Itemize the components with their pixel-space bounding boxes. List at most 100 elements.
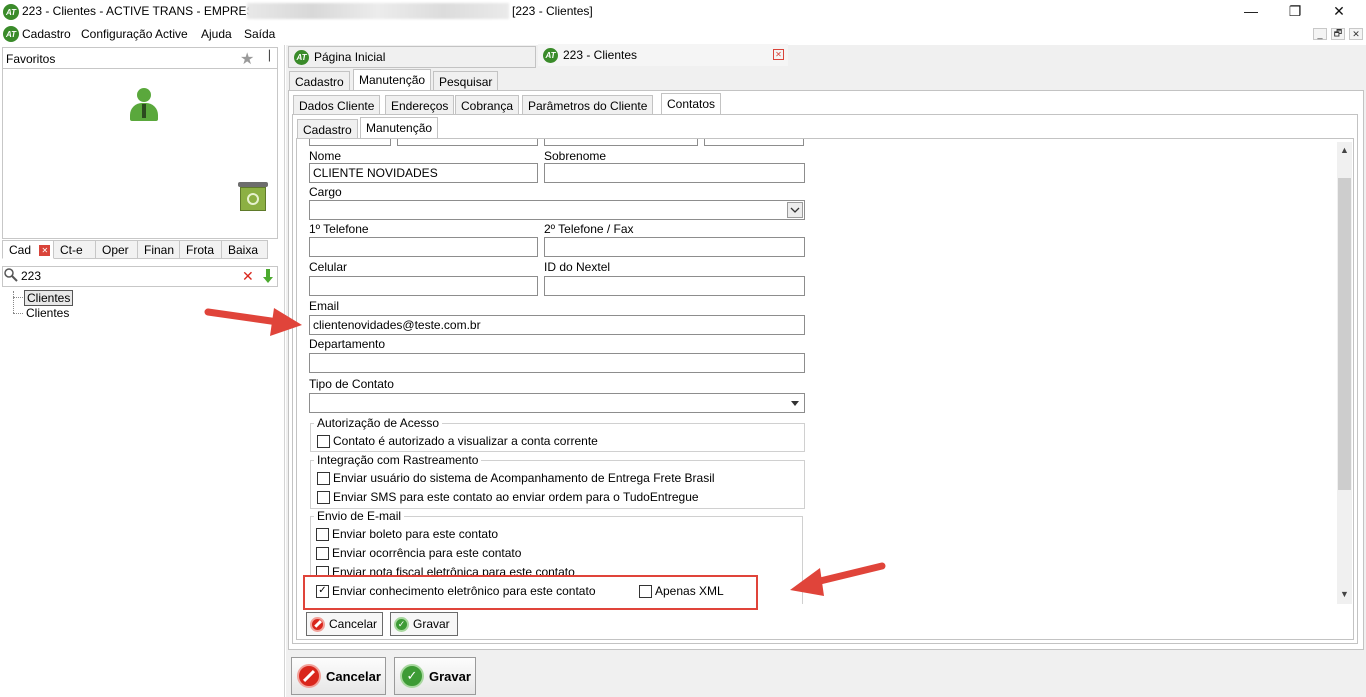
menu-saida[interactable]: Saída	[244, 27, 275, 41]
search-input[interactable]: 223	[21, 269, 41, 283]
doc-tab-label: 223 - Clientes	[563, 48, 638, 62]
recycle-bin-icon[interactable]	[238, 182, 268, 212]
cancel-button-label: Cancelar	[326, 668, 381, 684]
checkbox[interactable]	[317, 434, 330, 448]
departamento-label: Departamento	[309, 337, 386, 351]
go-down-icon[interactable]	[262, 268, 274, 284]
nextel-input[interactable]	[544, 276, 805, 296]
autorizacao-group-title: Autorização de Acesso	[314, 416, 443, 430]
envio-cte-checkbox-row[interactable]: ✓ Enviar conhecimento eletrônico para es…	[316, 584, 596, 598]
maximize-button[interactable]: ❐	[1280, 2, 1310, 20]
left-tab-oper[interactable]: Oper	[96, 240, 138, 259]
clear-search-icon[interactable]: ✕	[242, 268, 254, 285]
envio-email-group-title: Envio de E-mail	[314, 509, 405, 523]
mdi-restore-button[interactable]: 🗗	[1331, 28, 1345, 40]
cancel-button-label: Cancelar	[329, 617, 378, 631]
telefone2-input[interactable]	[544, 237, 805, 257]
doc-tab-clientes[interactable]: AT 223 - Clientes	[538, 44, 788, 66]
chevron-down-icon[interactable]	[787, 395, 803, 411]
star-icon[interactable]: ★	[240, 49, 254, 69]
tree-item-clientes-selected[interactable]: Clientes	[24, 290, 74, 306]
tab-cobranca[interactable]: Cobrança	[455, 95, 520, 115]
save-button-small[interactable]: ✓ Gravar	[390, 612, 458, 636]
left-tab-cad-label: Cad	[9, 243, 32, 257]
telefone1-input[interactable]	[309, 237, 538, 257]
left-tab-cad[interactable]: Cad ✕	[2, 240, 54, 259]
doc-tab-pagina-inicial[interactable]: AT Página Inicial	[288, 46, 536, 68]
annotation-arrow-email	[204, 308, 302, 336]
mdi-close-button[interactable]: ✕	[1349, 28, 1363, 40]
tree-line	[13, 313, 23, 314]
integracao-checkbox-row[interactable]: Enviar usuário do sistema de Acompanhame…	[317, 471, 715, 485]
close-window-button[interactable]: ✕	[1324, 2, 1354, 20]
left-tab-finan[interactable]: Finan	[138, 240, 180, 259]
nome-input[interactable]: CLIENTE NOVIDADES	[309, 163, 538, 183]
chevron-down-icon[interactable]	[787, 202, 803, 218]
scroll-up-icon[interactable]: ▲	[1340, 145, 1349, 155]
tab-cadastro[interactable]: Cadastro	[289, 71, 350, 91]
app-logo-icon: AT	[3, 4, 19, 20]
tipo-contato-select[interactable]	[309, 393, 805, 413]
apenas-xml-checkbox-row[interactable]: Apenas XML	[639, 584, 724, 598]
left-tab-frota-label: Frota	[186, 243, 215, 257]
menu-configuracao[interactable]: Configuração Active	[81, 27, 188, 41]
checkbox[interactable]	[317, 471, 330, 485]
envio-checkbox-row[interactable]: Enviar ocorrência para este contato	[316, 546, 521, 560]
tab-parametros-cliente[interactable]: Parâmetros do Cliente	[522, 95, 654, 115]
telefone1-label: 1º Telefone	[309, 222, 369, 236]
checkbox[interactable]	[317, 490, 330, 504]
envio-checkbox-row[interactable]: Enviar boleto para este contato	[316, 527, 498, 541]
tab-contato-cadastro[interactable]: Cadastro	[297, 119, 358, 139]
clipped-field	[544, 139, 698, 146]
menu-ajuda[interactable]: Ajuda	[201, 27, 232, 41]
clipped-field	[704, 139, 804, 146]
sobrenome-input[interactable]	[544, 163, 805, 183]
integracao-checkbox-row[interactable]: Enviar SMS para este contato ao enviar o…	[317, 490, 699, 504]
tab-pesquisar[interactable]: Pesquisar	[433, 71, 499, 91]
checkbox[interactable]	[316, 546, 329, 560]
tab-manutencao[interactable]: Manutenção	[353, 69, 432, 91]
search-box	[2, 266, 278, 287]
scroll-down-icon[interactable]: ▼	[1340, 589, 1349, 599]
celular-input[interactable]	[309, 276, 538, 296]
cargo-select[interactable]	[309, 200, 805, 220]
sobrenome-label: Sobrenome	[544, 149, 607, 163]
scrollbar-thumb[interactable]	[1338, 178, 1351, 490]
tab-contatos[interactable]: Contatos	[661, 93, 722, 115]
cancel-icon	[297, 664, 321, 688]
close-tab-icon[interactable]: ✕	[39, 245, 51, 257]
tab-dados-cliente[interactable]: Dados Cliente	[293, 95, 381, 115]
checkbox-checked[interactable]: ✓	[316, 584, 329, 598]
check-icon: ✓	[394, 616, 409, 632]
left-tab-cte[interactable]: Ct-e	[54, 240, 96, 259]
celular-label: Celular	[309, 260, 348, 274]
mdi-minimize-button[interactable]: _	[1313, 28, 1327, 40]
clipped-field	[397, 139, 538, 146]
menu-cadastro[interactable]: Cadastro	[22, 27, 71, 41]
tab-contato-manutencao[interactable]: Manutenção	[360, 117, 439, 139]
nextel-label: ID do Nextel	[544, 260, 611, 274]
integracao-group-title: Integração com Rastreamento	[314, 453, 482, 467]
tab-logo-icon: AT	[294, 49, 309, 65]
save-button[interactable]: ✓ Gravar	[394, 657, 476, 695]
search-icon	[4, 268, 18, 285]
left-tab-cte-label: Ct-e	[60, 243, 83, 257]
left-tab-baixa[interactable]: Baixa	[222, 240, 268, 259]
user-icon[interactable]	[128, 88, 160, 124]
checkbox-label: Enviar usuário do sistema de Acompanhame…	[333, 471, 715, 485]
blurred-company-name	[247, 3, 509, 19]
checkbox[interactable]	[639, 584, 652, 598]
departamento-input[interactable]	[309, 353, 805, 373]
checkbox[interactable]	[316, 527, 329, 541]
tree-line	[13, 297, 23, 298]
left-tab-frota[interactable]: Frota	[180, 240, 222, 259]
minimize-button[interactable]: —	[1236, 2, 1266, 20]
tab-enderecos[interactable]: Endereços	[385, 95, 455, 115]
email-input[interactable]: clientenovidades@teste.com.br	[309, 315, 805, 335]
autorizacao-checkbox-row[interactable]: Contato é autorizado a visualizar a cont…	[317, 434, 598, 448]
pin-icon[interactable]: ▕	[262, 51, 270, 62]
close-doc-tab-icon[interactable]: ✕	[773, 49, 784, 60]
cancel-button[interactable]: Cancelar	[291, 657, 386, 695]
tree-item-clientes[interactable]: Clientes	[26, 306, 69, 320]
cancel-button-small[interactable]: Cancelar	[306, 612, 383, 636]
